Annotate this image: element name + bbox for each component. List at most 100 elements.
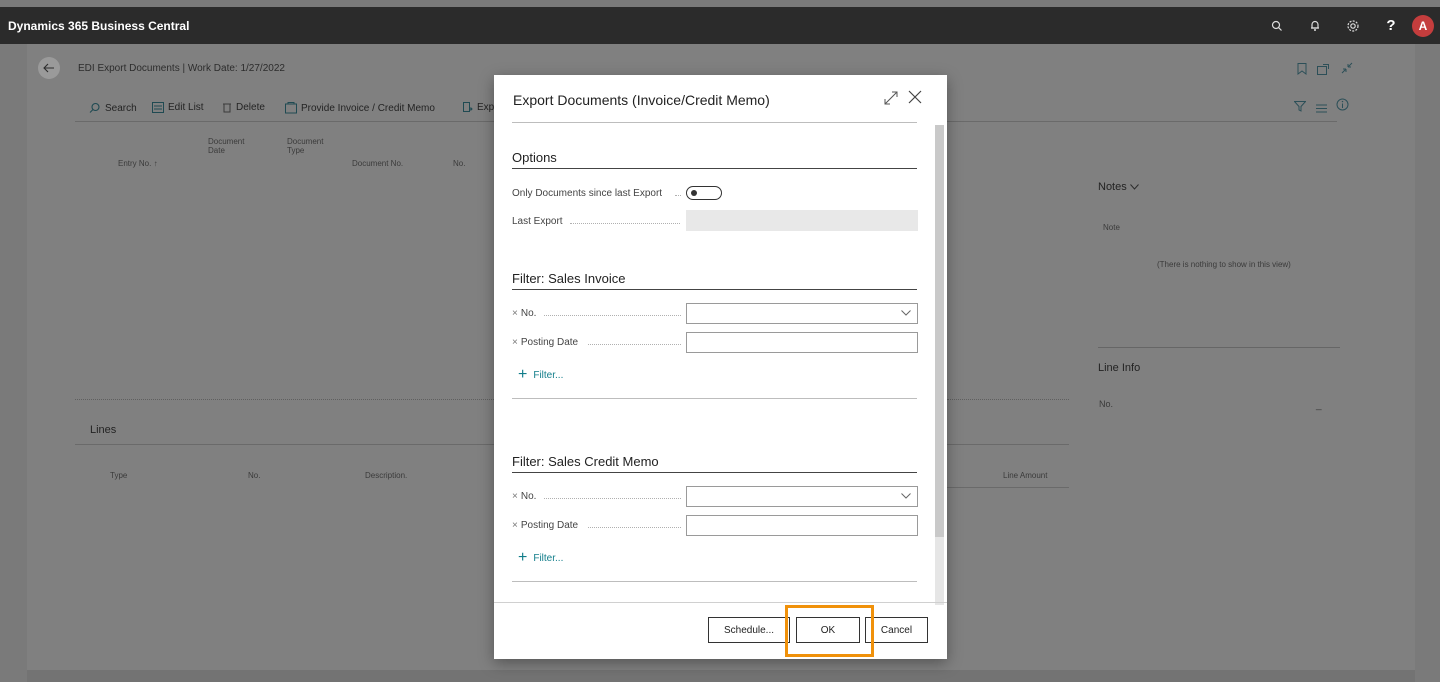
notes-empty-message: (There is nothing to show in this view) [1157,260,1291,269]
only-since-last-export-toggle[interactable] [686,186,722,200]
bookmark-icon[interactable] [1297,62,1307,80]
action-delete-label: Delete [236,102,265,113]
field-leader-dots [544,315,681,316]
toggle-knob [691,190,697,196]
invoice-add-filter-link[interactable]: + Filter... [518,366,564,383]
notes-title-label: Notes [1098,181,1127,193]
remove-filter-icon[interactable]: × [512,308,518,319]
invoice-filter-rule [512,289,917,290]
notes-title[interactable]: Notes [1098,181,1139,193]
back-arrow-icon[interactable] [38,57,60,79]
invoice-posting-date-field[interactable] [686,332,918,353]
field-leader-dots [588,527,681,528]
chevron-down-icon[interactable] [901,491,911,502]
avatar[interactable]: A [1412,14,1434,37]
dialog-header-divider [512,122,917,123]
export-icon [463,102,473,112]
expand-icon[interactable] [884,91,898,109]
action-export[interactable]: Exp [463,102,494,113]
invoice-posting-date-label-text: Posting Date [520,337,579,348]
lines-divider-right [947,444,1069,445]
credit-memo-posting-date-label-text: Posting Date [520,520,579,531]
lines-title: Lines [90,424,117,436]
column-no[interactable]: No. [453,159,465,168]
app-bar: Dynamics 365 Business Central ? A [0,7,1440,44]
column-document-no[interactable]: Document No. [352,159,403,168]
dialog-title: Export Documents (Invoice/Credit Memo) [513,92,770,108]
remove-filter-icon[interactable]: × [512,491,518,502]
lines-header-rule [947,487,1069,488]
chevron-down-icon[interactable] [901,308,911,319]
credit-memo-add-filter-label: Filter... [533,552,564,564]
invoice-no-label[interactable]: × No. [512,308,536,319]
list-view-icon[interactable] [1316,100,1327,118]
search-icon[interactable] [1262,11,1292,41]
open-new-window-icon[interactable] [1317,62,1329,80]
list-separator-right [947,399,1069,400]
column-document-type[interactable]: Document Type [287,137,329,155]
credit-memo-no-label-text: No. [520,491,537,502]
field-leader-dots [675,195,681,196]
invoice-posting-date-label[interactable]: × Posting Date [512,337,578,348]
schedule-button[interactable]: Schedule... [708,617,790,643]
scrollbar-thumb[interactable] [935,125,944,537]
provide-documents-icon [285,102,297,114]
field-leader-dots [570,223,680,224]
chevron-down-icon [1129,184,1139,190]
line-info-no-value: _ [1316,400,1322,411]
credit-memo-no-label[interactable]: × No. [512,491,536,502]
options-section-rule [512,168,917,169]
remove-filter-icon[interactable]: × [512,520,518,531]
note-label: Note [1103,223,1120,232]
bell-icon[interactable] [1300,11,1330,41]
lines-column-line-amount[interactable]: Line Amount [1003,471,1047,480]
lines-column-description[interactable]: Description. [365,471,407,480]
column-entry-no[interactable]: Entry No. ↑ [118,159,158,168]
credit-memo-posting-date-field[interactable] [686,515,918,536]
credit-memo-section-end [512,581,917,582]
close-icon[interactable] [908,90,922,108]
toolbar-divider [75,121,494,122]
delete-icon [223,103,231,113]
action-delete[interactable]: Delete [222,102,265,113]
line-info-title: Line Info [1098,362,1141,374]
invoice-no-field[interactable] [686,303,918,324]
lines-column-no[interactable]: No. [248,471,260,480]
column-document-date[interactable]: Document Date [208,137,250,155]
cancel-button[interactable]: Cancel [865,617,928,643]
edit-list-icon [152,102,164,113]
action-provide-invoice-credit-memo[interactable]: Provide Invoice / Credit Memo [285,102,435,114]
search-icon [89,102,100,113]
credit-memo-posting-date-label[interactable]: × Posting Date [512,520,578,531]
credit-memo-no-field[interactable] [686,486,918,507]
info-icon[interactable] [1336,98,1349,116]
factbox-divider [1098,347,1340,348]
help-icon[interactable]: ? [1376,11,1406,41]
credit-memo-filter-title: Filter: Sales Credit Memo [512,454,659,469]
action-edit-list[interactable]: Edit List [152,102,204,113]
field-leader-dots [544,498,681,499]
last-export-field [686,210,918,231]
app-title: Dynamics 365 Business Central [8,18,190,33]
action-search[interactable]: Search [89,102,137,114]
filter-icon[interactable] [1293,99,1307,117]
gear-icon[interactable] [1338,11,1368,41]
toolbar-divider-right [947,121,1337,122]
lines-column-type[interactable]: Type [110,471,127,480]
action-export-label: Exp [477,102,495,113]
collapse-icon[interactable] [1341,61,1353,79]
invoice-section-end [512,398,917,399]
invoice-add-filter-label: Filter... [533,369,564,381]
export-documents-dialog: Export Documents (Invoice/Credit Memo) O… [494,75,947,659]
field-leader-dots [588,344,681,345]
credit-memo-filter-rule [512,472,917,473]
remove-filter-icon[interactable]: × [512,337,518,348]
credit-memo-add-filter-link[interactable]: + Filter... [518,550,564,566]
plus-icon: + [518,366,528,383]
action-search-label: Search [105,102,137,114]
dialog-footer-divider [494,602,947,603]
only-since-last-export-label: Only Documents since last Export [512,188,663,199]
list-separator [75,399,494,400]
last-export-label: Last Export [512,216,563,227]
lines-divider [75,444,494,445]
